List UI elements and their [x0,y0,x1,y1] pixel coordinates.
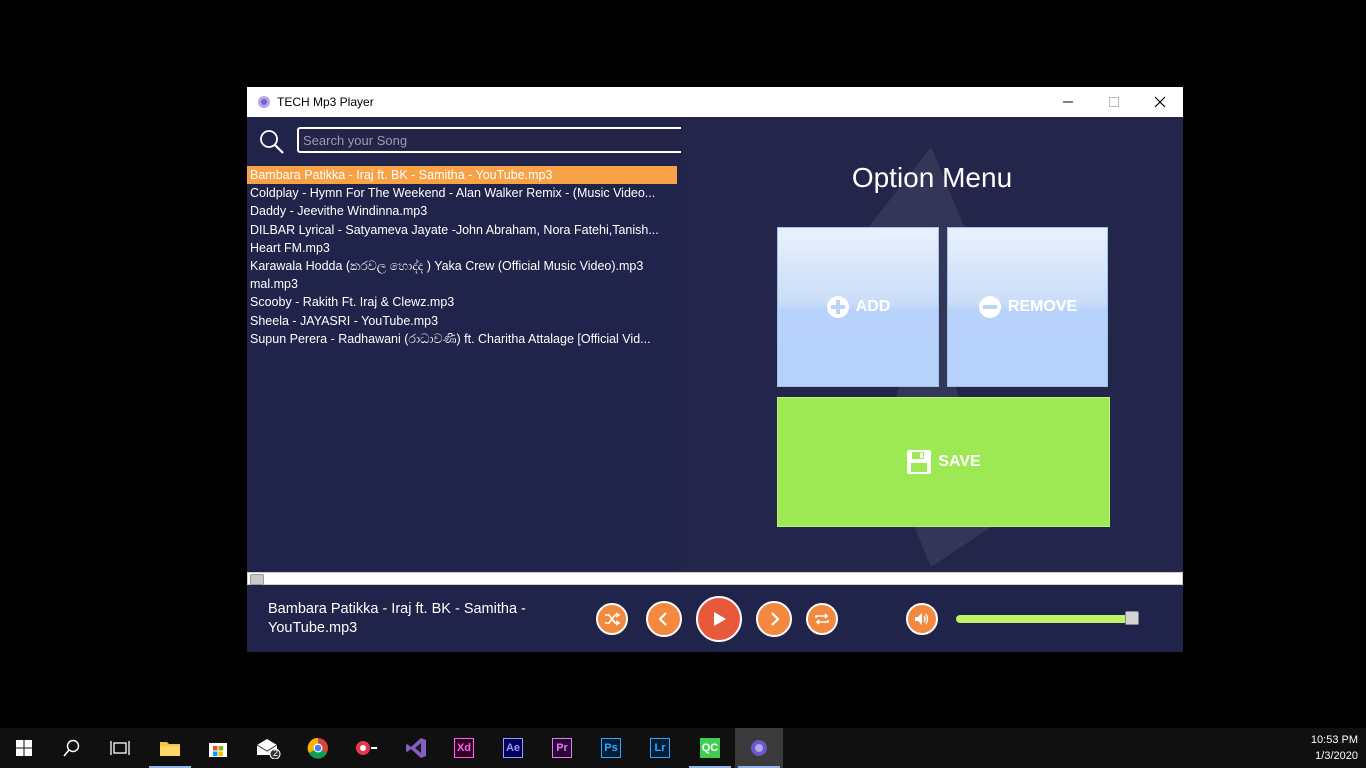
app-window: TECH Mp3 Player Bambara Patikka - Iraj f… [247,87,1183,652]
play-button[interactable] [696,596,742,642]
title-bar: TECH Mp3 Player [247,87,1183,117]
visual-studio-icon [406,738,426,758]
system-clock[interactable]: 10:53 PM 1/3/2020 [1311,732,1358,764]
play-icon [714,612,726,626]
song-list-item[interactable]: Heart FM.mp3 [247,239,677,257]
xd-icon: Xd [454,738,474,758]
option-menu-title: Option Menu [851,162,1013,193]
repeat-icon [815,613,829,625]
photoshop-icon: Ps [601,738,621,758]
premiere-button[interactable]: Pr [538,728,586,768]
song-list-item[interactable]: Supun Perera - Radhawani (රාධාවණී) ft. C… [247,330,677,348]
chrome-button[interactable] [294,728,342,768]
chrome-icon [307,737,328,759]
minus-circle-icon [978,296,1001,318]
seek-handle[interactable] [250,574,264,585]
taskbar-search-icon [63,739,80,757]
add-button[interactable]: ADD [777,227,939,387]
clock-date: 1/3/2020 [1315,750,1358,762]
previous-button[interactable] [646,601,682,637]
song-list-item[interactable]: mal.mp3 [247,275,677,293]
save-button[interactable]: SAVE [777,397,1110,527]
visual-studio-button[interactable] [392,728,440,768]
chevron-right-icon [771,612,780,626]
taskbar-search-button[interactable] [48,728,96,768]
search-icon[interactable] [259,129,285,155]
song-list-item[interactable]: Daddy - Jeevithe Windinna.mp3 [247,202,677,220]
xd-button[interactable]: Xd [440,728,488,768]
file-explorer-button[interactable] [146,728,194,768]
folder-icon [160,742,180,756]
window-title: TECH Mp3 Player [277,95,374,109]
after-effects-icon: Ae [503,738,523,758]
clock-time: 10:53 PM [1310,734,1358,746]
speaker-icon [915,613,929,625]
task-view-button[interactable] [96,728,144,768]
next-button[interactable] [756,601,792,637]
song-list-item[interactable]: DILBAR Lyrical - Satyameva Jayate -John … [247,221,677,239]
recorder-icon [356,741,377,755]
windows-icon [16,740,32,756]
add-label: ADD [855,298,891,315]
minimize-icon [1063,101,1073,103]
song-list-item[interactable]: Scooby - Rakith Ft. Iraj & Clewz.mp3 [247,293,677,311]
search-input[interactable] [297,127,687,153]
close-icon [1154,96,1166,108]
maximize-button[interactable] [1091,87,1137,117]
song-list-item[interactable]: Coldplay - Hymn For The Weekend - Alan W… [247,184,677,202]
remove-label: REMOVE [1007,298,1078,315]
player-controls-bar: Bambara Patikka - Iraj ft. BK - Samitha … [247,585,1183,652]
plus-circle-icon [826,296,849,318]
taskbar: 2 Xd Ae Pr Ps Lr QC 10:53 PM 1/3/2020 [0,728,1366,768]
option-menu-pane: Option Menu ADD REMOVE SAVE [681,117,1183,572]
song-list-item[interactable]: Karawala Hodda (කරවල හොද්ද ) Yaka Crew (… [247,257,677,275]
screen-recorder-button[interactable] [342,728,390,768]
song-list-item[interactable]: Sheela - JAYASRI - YouTube.mp3 [247,312,677,330]
mail-button[interactable]: 2 [244,728,292,768]
shuffle-icon [605,612,621,626]
floppy-disk-icon [907,450,932,474]
premiere-icon: Pr [552,738,572,758]
now-playing-title: Bambara Patikka - Iraj ft. BK - Samitha … [268,601,526,636]
volume-button[interactable] [906,603,938,635]
close-button[interactable] [1137,87,1183,117]
remove-button[interactable]: REMOVE [947,227,1108,387]
qt-creator-icon: QC [700,738,720,758]
lightroom-icon: Lr [650,738,670,758]
task-view-icon [110,741,130,755]
mp3-player-icon [751,740,767,756]
qt-creator-button[interactable]: QC [686,728,734,768]
maximize-icon [1109,97,1119,107]
store-button[interactable] [194,728,242,768]
after-effects-button[interactable]: Ae [489,728,537,768]
song-list-item[interactable]: Bambara Patikka - Iraj ft. BK - Samitha … [247,166,677,185]
lightroom-button[interactable]: Lr [636,728,684,768]
start-button[interactable] [0,728,48,768]
shuffle-button[interactable] [596,603,628,635]
mp3-player-taskbar-button[interactable] [735,728,783,768]
volume-slider[interactable] [956,615,1128,623]
photoshop-button[interactable]: Ps [587,728,635,768]
mail-badge: 2 [273,748,279,758]
app-logo-icon [257,95,271,109]
playlist-pane: Bambara Patikka - Iraj ft. BK - Samitha … [247,117,687,572]
chevron-left-icon [658,612,667,626]
save-label: SAVE [938,453,981,470]
repeat-button[interactable] [806,603,838,635]
store-icon [209,743,227,757]
volume-handle[interactable] [1125,611,1139,625]
minimize-button[interactable] [1045,87,1091,117]
seek-slider[interactable] [247,572,1183,585]
song-list: Bambara Patikka - Iraj ft. BK - Samitha … [247,166,681,348]
